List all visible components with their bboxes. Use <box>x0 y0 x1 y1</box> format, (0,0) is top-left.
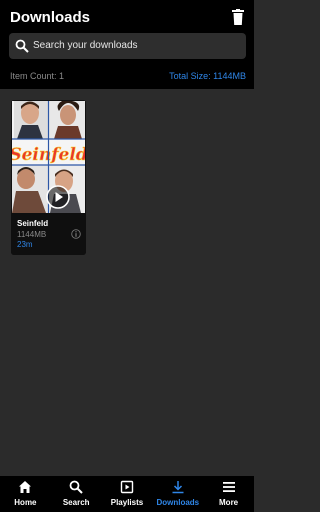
tab-label: More <box>219 498 239 507</box>
playlist-icon <box>120 480 134 494</box>
search-input[interactable]: Search your downloads <box>9 33 246 59</box>
bottom-tab-bar: Home Search Playlists Downloads More <box>0 476 254 512</box>
search-icon <box>15 39 29 53</box>
download-duration: 23m <box>17 240 33 249</box>
tab-label: Search <box>62 498 90 507</box>
download-size: 1144MB <box>17 230 47 239</box>
trash-icon[interactable] <box>232 9 244 25</box>
download-title: Seinfeld <box>17 219 49 228</box>
tab-downloads[interactable]: Downloads <box>152 476 203 512</box>
top-bar: Downloads Search your downloads Item Cou… <box>0 0 254 89</box>
info-icon[interactable] <box>71 229 81 239</box>
tab-home[interactable]: Home <box>0 476 51 512</box>
tab-label: Playlists <box>110 498 144 507</box>
summary-row: Item Count: 1 Total Size: 1144MB <box>0 71 254 85</box>
download-card[interactable]: Seinfeld Seinfeld 1144MB 23m <box>11 100 86 255</box>
tab-search[interactable]: Search <box>51 476 102 512</box>
total-size: Total Size: 1144MB <box>169 71 246 81</box>
tab-playlists[interactable]: Playlists <box>102 476 153 512</box>
tab-more[interactable]: More <box>203 476 254 512</box>
play-icon[interactable] <box>46 185 70 209</box>
tab-label: Home <box>14 498 37 507</box>
page-title: Downloads <box>10 9 91 26</box>
download-icon <box>172 481 184 494</box>
search-icon <box>69 480 83 494</box>
item-count: Item Count: 1 <box>10 71 65 81</box>
home-icon <box>19 481 32 493</box>
menu-icon <box>222 482 235 492</box>
search-placeholder: Search your downloads <box>33 40 138 51</box>
tab-label: Downloads <box>156 498 200 507</box>
